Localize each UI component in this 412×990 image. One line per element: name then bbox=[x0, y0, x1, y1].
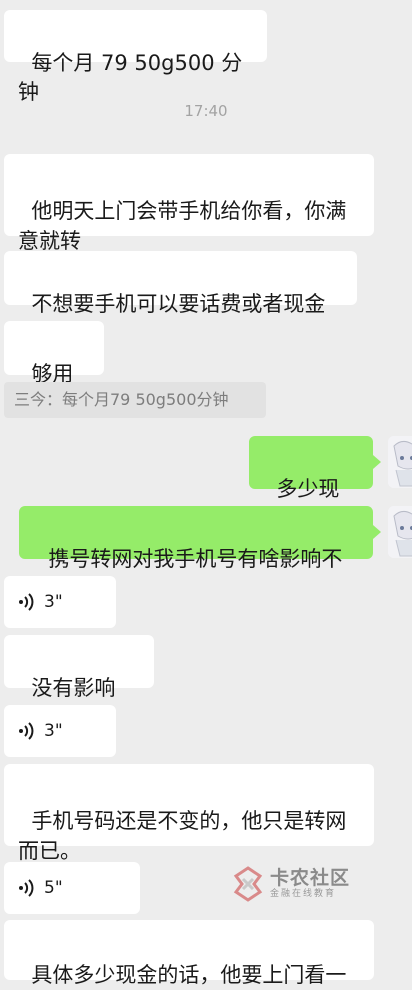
message-text: 他明天上门会带手机给你看，你满意就转 bbox=[18, 199, 347, 253]
voice-duration: 5" bbox=[44, 878, 63, 898]
voice-wave-icon bbox=[19, 593, 34, 611]
voice-wave-icon bbox=[19, 879, 34, 897]
voice-message[interactable]: 3" bbox=[4, 705, 116, 757]
voice-duration: 3" bbox=[44, 592, 63, 612]
message-bubble-incoming[interactable]: 没有影响啊。 bbox=[4, 635, 154, 729]
message-bubble-outgoing[interactable]: 多少现金 bbox=[249, 436, 373, 530]
voice-wave-icon bbox=[19, 722, 34, 740]
bubble-tail bbox=[373, 525, 381, 539]
message-text: 具体多少现金的话，他要上门看一 bbox=[31, 963, 347, 987]
message-bubble-outgoing[interactable]: 携号转网对我手机号有啥影响不 bbox=[19, 506, 373, 571]
user-avatar[interactable] bbox=[388, 506, 412, 558]
message-bubble-incoming[interactable]: 他明天上门会带手机给你看，你满意就转 bbox=[4, 154, 374, 253]
message-bubble-incoming[interactable]: 不想要手机可以要话费或者现金 bbox=[4, 251, 357, 316]
message-text: 手机号码还是不变的，他只是转网而已。 bbox=[18, 809, 347, 863]
message-bubble-incoming[interactable]: 手机号码还是不变的，他只是转网而已。 bbox=[4, 764, 374, 863]
message-text: 每个月 79 50g500 分钟 bbox=[18, 51, 243, 104]
voice-message[interactable]: 5" bbox=[4, 862, 140, 914]
avatar-image-icon bbox=[388, 506, 412, 558]
user-avatar[interactable] bbox=[388, 436, 412, 488]
timestamp: 17:40 bbox=[184, 102, 228, 120]
message-bubble-incoming[interactable]: 每个月 79 50g500 分钟 bbox=[4, 10, 267, 104]
watermark-subtitle: 金融在线教育 bbox=[270, 889, 337, 899]
message-bubble-incoming[interactable]: 够用不 bbox=[4, 321, 104, 415]
voice-duration: 3" bbox=[44, 721, 63, 741]
bubble-tail bbox=[373, 455, 381, 469]
avatar-image-icon bbox=[388, 436, 412, 488]
voice-message[interactable]: 3" bbox=[4, 576, 116, 628]
quoted-message[interactable]: 三今：每个月79 50g500分钟 bbox=[4, 382, 266, 418]
watermark-title: 卡农社区 bbox=[270, 867, 351, 889]
message-text: 携号转网对我手机号有啥影响不 bbox=[48, 547, 343, 571]
watermark-logo-icon bbox=[233, 866, 263, 902]
quoted-text: 三今：每个月79 50g500分钟 bbox=[14, 390, 229, 409]
watermark: 卡农社区 金融在线教育 bbox=[230, 866, 350, 902]
message-text: 不想要手机可以要话费或者现金 bbox=[31, 292, 326, 316]
message-bubble-incoming[interactable]: 具体多少现金的话，他要上门看一 bbox=[4, 920, 374, 987]
